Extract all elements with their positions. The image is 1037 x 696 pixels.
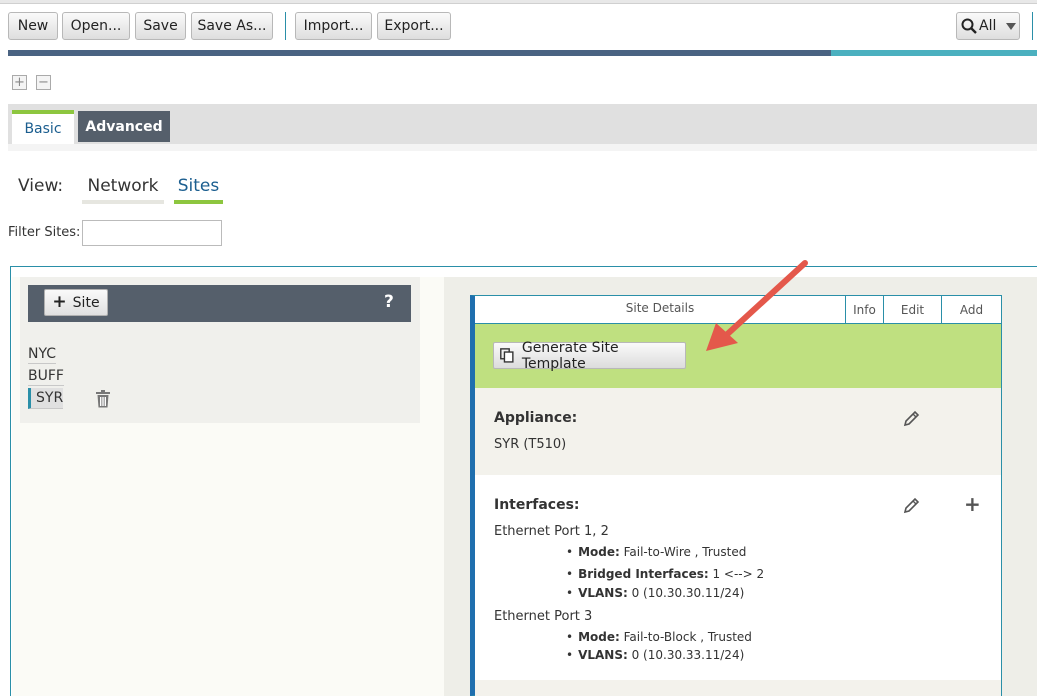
port-property: VLANS: 0 (10.30.30.11/24) bbox=[566, 586, 744, 600]
site-item-buff[interactable]: BUFF bbox=[28, 367, 64, 386]
tab-info[interactable]: Info bbox=[845, 296, 883, 324]
collapse-all-icon[interactable]: − bbox=[36, 75, 51, 90]
save-as-button[interactable]: Save As... bbox=[191, 12, 273, 40]
search-scope-label: All bbox=[979, 18, 997, 34]
filter-sites-input[interactable] bbox=[82, 220, 222, 246]
help-icon[interactable]: ? bbox=[384, 292, 394, 312]
toolbar-separator bbox=[1032, 12, 1033, 40]
tab-underline bbox=[8, 144, 1037, 151]
expand-all-icon[interactable]: + bbox=[12, 75, 27, 90]
add-site-button[interactable]: + Site bbox=[44, 289, 108, 316]
progress-bar bbox=[8, 50, 1037, 56]
port-name: Ethernet Port 3 bbox=[494, 609, 593, 624]
site-item-syr[interactable]: SYR bbox=[28, 388, 64, 409]
tab-add[interactable]: Add bbox=[941, 296, 1001, 324]
new-button[interactable]: New bbox=[8, 12, 58, 40]
appliance-value: SYR (T510) bbox=[494, 437, 567, 452]
next-section bbox=[475, 680, 1001, 696]
appliance-section bbox=[475, 388, 1001, 475]
tab-advanced[interactable]: Advanced bbox=[78, 111, 170, 142]
generate-site-template-button[interactable]: Generate Site Template bbox=[493, 339, 686, 372]
search-scope-dropdown[interactable]: All bbox=[956, 12, 1020, 40]
copy-icon bbox=[500, 348, 514, 363]
toolbar-separator bbox=[285, 12, 286, 40]
port-property: Bridged Interfaces: 1 <--> 2 bbox=[566, 567, 764, 581]
progress-bar-fill bbox=[8, 50, 832, 56]
plus-icon: + bbox=[52, 292, 67, 312]
trash-icon[interactable] bbox=[95, 390, 111, 408]
view-network-option[interactable]: Network bbox=[82, 176, 164, 204]
port-property: Mode: Fail-to-Block , Trusted bbox=[566, 630, 752, 644]
export-button[interactable]: Export... bbox=[377, 12, 451, 40]
interfaces-heading: Interfaces: bbox=[494, 497, 580, 513]
pencil-icon[interactable] bbox=[903, 497, 920, 514]
site-item-nyc[interactable]: NYC bbox=[28, 345, 57, 364]
port-property: VLANS: 0 (10.30.33.11/24) bbox=[566, 648, 744, 662]
chevron-down-icon bbox=[1006, 22, 1017, 30]
window-top-edge bbox=[0, 0, 1037, 4]
tab-edit[interactable]: Edit bbox=[883, 296, 941, 324]
pencil-icon[interactable] bbox=[903, 410, 920, 427]
port-name: Ethernet Port 1, 2 bbox=[494, 524, 609, 539]
view-label: View: bbox=[18, 176, 64, 196]
filter-sites-label: Filter Sites: bbox=[8, 225, 81, 240]
search-icon bbox=[961, 18, 977, 34]
add-interface-icon[interactable]: + bbox=[964, 492, 981, 516]
add-site-label: Site bbox=[72, 294, 100, 311]
open-button[interactable]: Open... bbox=[62, 12, 130, 40]
appliance-heading: Appliance: bbox=[494, 410, 578, 426]
import-button[interactable]: Import... bbox=[295, 12, 372, 40]
annotation-arrow-icon bbox=[706, 260, 808, 351]
tab-basic[interactable]: Basic bbox=[12, 110, 74, 144]
save-button[interactable]: Save bbox=[135, 12, 186, 40]
generate-site-template-label: Generate Site Template bbox=[521, 339, 619, 372]
view-sites-option[interactable]: Sites bbox=[174, 176, 223, 204]
port-property: Mode: Fail-to-Wire , Trusted bbox=[566, 545, 746, 559]
